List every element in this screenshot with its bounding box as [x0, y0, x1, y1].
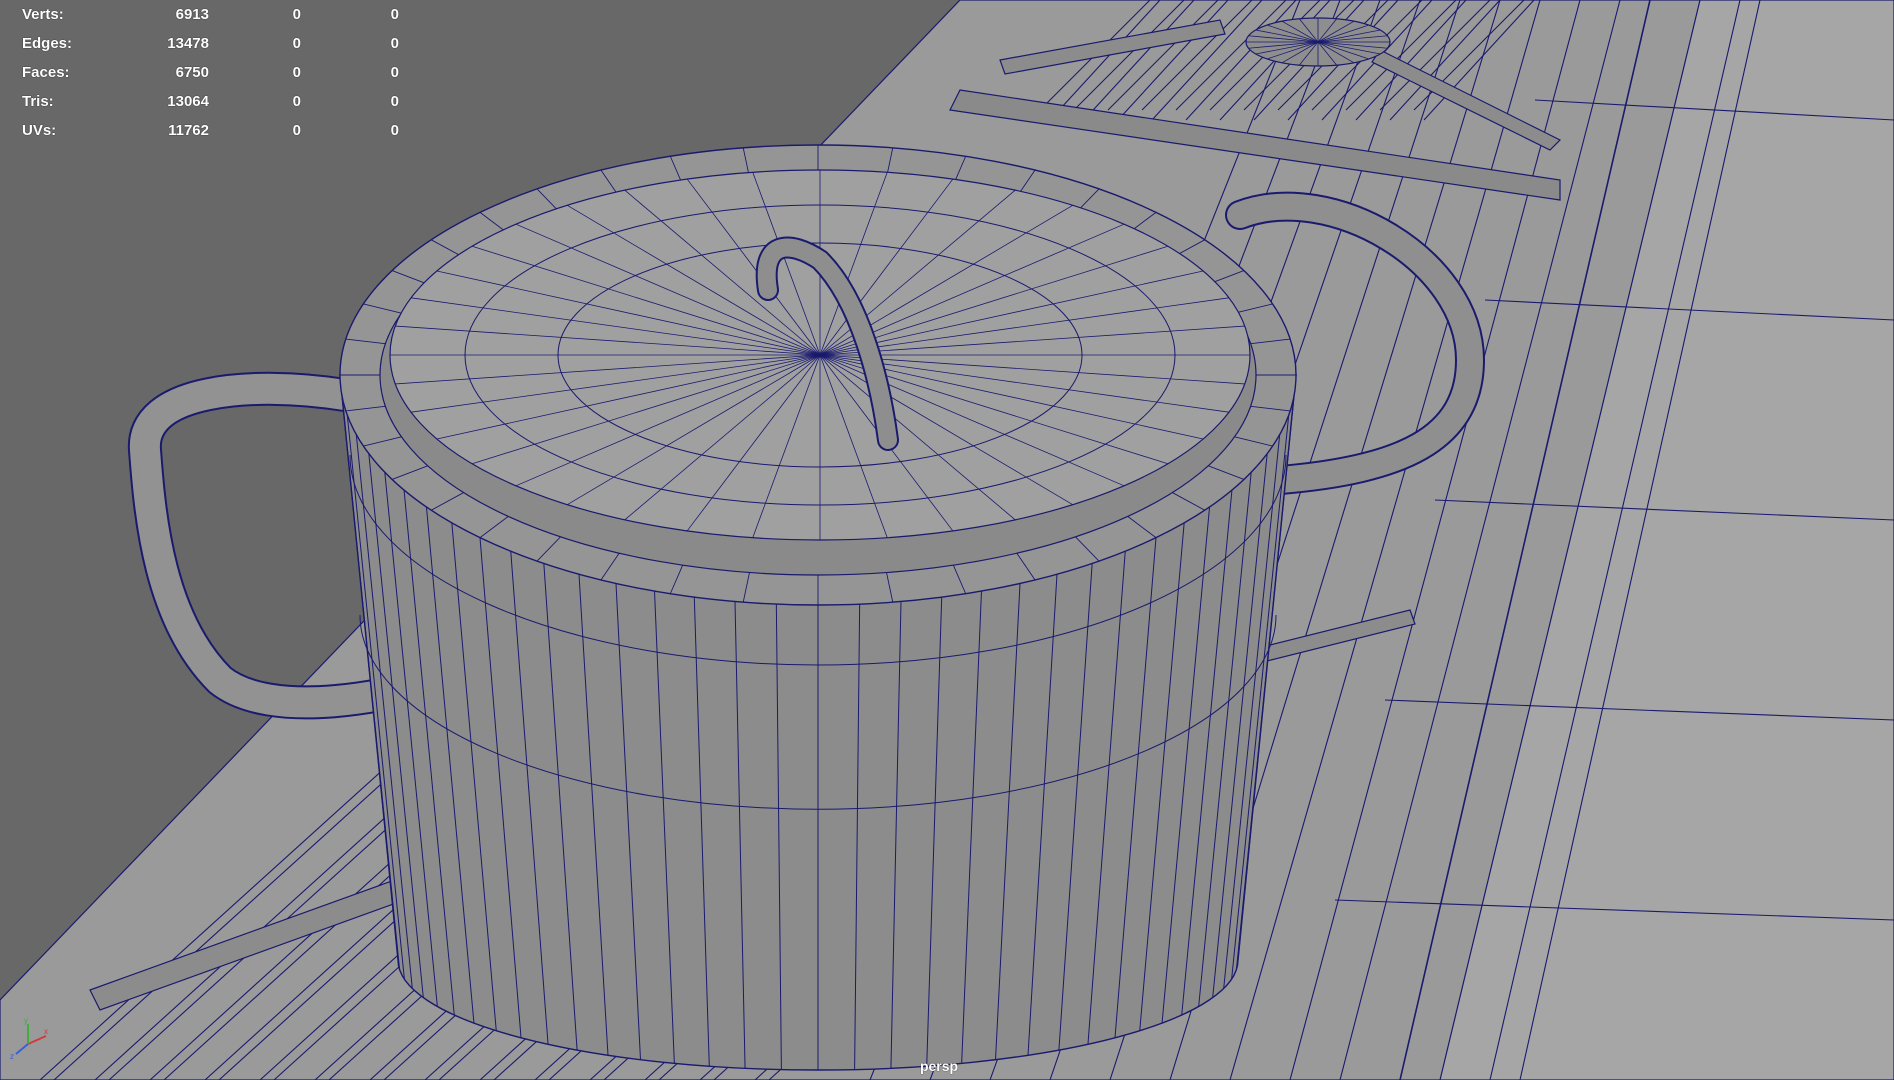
- heads-up-display-stats: Verts: 6913 0 0 Edges: 13478 0 0 Faces: …: [22, 0, 399, 145]
- stat-row-faces: Faces: 6750 0 0: [22, 58, 399, 87]
- stat-sub: 0: [390, 35, 399, 52]
- stat-sub: 0: [390, 64, 399, 81]
- svg-text:y: y: [24, 1016, 28, 1025]
- viewport-3d[interactable]: Verts: 6913 0 0 Edges: 13478 0 0 Faces: …: [0, 0, 1894, 1080]
- stat-row-edges: Edges: 13478 0 0: [22, 29, 399, 58]
- stat-selected: 0: [292, 64, 301, 81]
- axis-gizmo-icon: x y z: [10, 1016, 48, 1060]
- stat-value: 13064: [167, 93, 209, 110]
- stat-value: 6913: [175, 6, 209, 23]
- stat-selected: 0: [292, 35, 301, 52]
- stat-row-verts: Verts: 6913 0 0: [22, 0, 399, 29]
- scene-geometry[interactable]: [0, 0, 1894, 1080]
- stat-value: 13478: [167, 35, 209, 52]
- stat-sub: 0: [390, 6, 399, 23]
- stat-label: Verts:: [22, 6, 64, 23]
- stat-selected: 0: [292, 93, 301, 110]
- stat-row-uvs: UVs: 11762 0 0: [22, 116, 399, 145]
- svg-text:z: z: [10, 1052, 14, 1060]
- stat-label: Edges:: [22, 35, 73, 52]
- camera-name-label: persp: [919, 1058, 959, 1074]
- stat-label: Faces:: [22, 64, 70, 81]
- stat-label: Tris:: [22, 93, 54, 110]
- stat-label: UVs:: [22, 122, 57, 139]
- stat-selected: 0: [292, 6, 301, 23]
- svg-text:x: x: [44, 1027, 48, 1036]
- stat-sub: 0: [390, 122, 399, 139]
- stat-selected: 0: [292, 122, 301, 139]
- stat-sub: 0: [390, 93, 399, 110]
- stat-value: 6750: [175, 64, 209, 81]
- stat-value: 11762: [168, 122, 209, 139]
- stat-row-tris: Tris: 13064 0 0: [22, 87, 399, 116]
